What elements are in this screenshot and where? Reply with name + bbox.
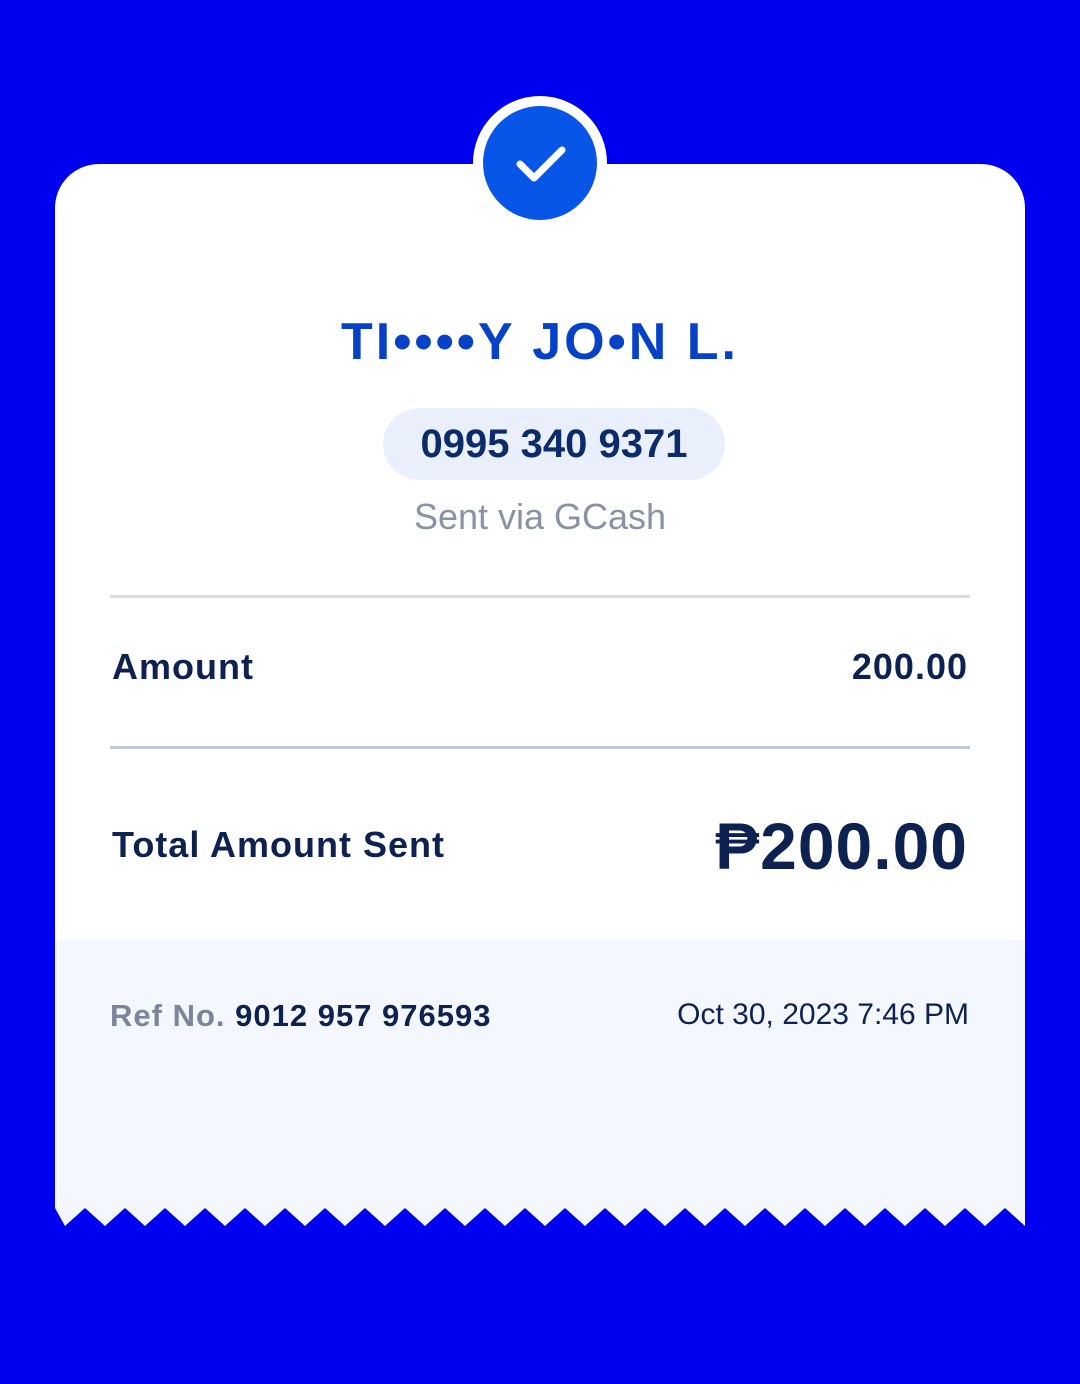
divider [110, 746, 970, 749]
recipient-phone: 0995 340 9371 [383, 408, 725, 480]
amount-label: Amount [112, 646, 254, 687]
transaction-timestamp: Oct 30, 2023 7:46 PM [677, 998, 969, 1031]
recipient-name: TI••••Y JO•N L. [340, 313, 739, 371]
receipt-footer-zigzag [55, 940, 1025, 1226]
total-amount-label: Total Amount Sent [112, 824, 445, 865]
success-badge [473, 96, 607, 230]
total-amount-value: ₱200.00 [715, 809, 968, 883]
reference-number: Ref No. 9012 957 976593 [110, 998, 491, 1034]
checkmark-icon [483, 106, 597, 220]
ref-number-value: 9012 957 976593 [235, 998, 492, 1033]
amount-value: 200.00 [851, 646, 968, 687]
sent-via-label: Sent via GCash [413, 496, 667, 537]
divider [110, 595, 970, 598]
ref-label: Ref No. [110, 998, 226, 1033]
